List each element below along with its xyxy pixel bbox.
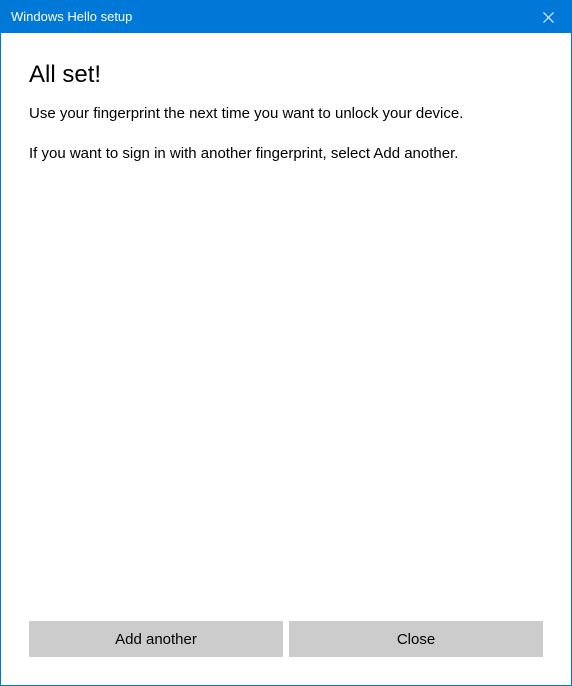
- instruction-text-1: Use your fingerprint the next time you w…: [29, 104, 539, 124]
- instruction-text-2: If you want to sign in with another fing…: [29, 144, 539, 164]
- titlebar: Windows Hello setup: [1, 1, 571, 33]
- close-button[interactable]: Close: [289, 621, 543, 657]
- window-title: Windows Hello setup: [11, 1, 132, 33]
- add-another-button[interactable]: Add another: [29, 621, 283, 657]
- window-close-button[interactable]: [525, 1, 571, 33]
- page-heading: All set!: [29, 61, 543, 90]
- dialog-footer: Add another Close: [1, 621, 571, 685]
- dialog-content: All set! Use your fingerprint the next t…: [1, 33, 571, 621]
- dialog-window: Windows Hello setup All set! Use your fi…: [0, 0, 572, 686]
- close-icon: [543, 12, 554, 23]
